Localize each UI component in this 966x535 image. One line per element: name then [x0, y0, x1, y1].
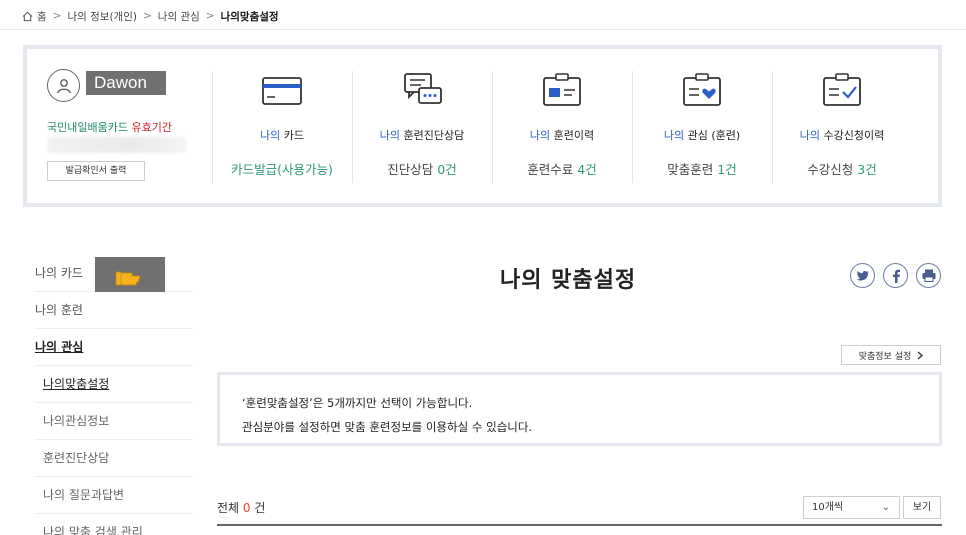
print-certificate-button[interactable]: 발급확인서 출력 [47, 161, 145, 181]
stat-value: 카드발급(사용가능) [231, 162, 333, 177]
sidebar-subitem-custom-settings[interactable]: 나의맞춤설정 [35, 366, 193, 403]
view-button[interactable]: 보기 [903, 496, 941, 519]
stat-value: 훈련수료 4건 [527, 162, 597, 177]
page-size-select[interactable]: 10개씩 ⌄ [803, 496, 900, 519]
stat-title: 나의 카드 [260, 129, 304, 142]
chat-icon [404, 73, 442, 104]
my-dashboard: Dawon 국민내일배움카드 유효기간 발급확인서 출력 나의 카드 카드발급(… [23, 45, 942, 207]
stat-enrollment-history[interactable]: 나의 수강신청이력 수강신청 3건 [772, 71, 912, 183]
stat-my-interest[interactable]: 나의 관심 (훈련) 맞춤훈련 1건 [632, 71, 772, 183]
card-icon [262, 77, 302, 105]
username: Dawon [86, 71, 166, 95]
notice-line: 관심분야를 설정하면 맞춤 훈련정보를 이용하실 수 있습니다. [242, 420, 533, 434]
notice-line: ‘훈련맞춤설정’은 5개까지만 선택이 가능합니다. [242, 396, 473, 410]
stat-value: 진단상담 0건 [387, 162, 457, 177]
twitter-share-button[interactable] [850, 263, 875, 288]
breadcrumb: 홈 > 나의 정보(개인) > 나의 관심 > 나의맞춤설정 [22, 6, 279, 26]
home-icon[interactable] [22, 11, 33, 22]
page-size-value: 10개씩 [812, 502, 844, 513]
printer-icon [922, 269, 935, 282]
print-page-button[interactable] [916, 263, 941, 288]
sidebar-subitem-interest-info[interactable]: 나의관심정보 [35, 403, 193, 440]
twitter-icon [856, 270, 869, 281]
card-validity: 유효기간 [131, 121, 172, 134]
divider [0, 29, 966, 30]
sidebar-item-my-training[interactable]: 나의 훈련 [35, 292, 193, 329]
chevron-right-icon [917, 351, 924, 359]
sidebar-subitem-qna[interactable]: 나의 질문과답변 [35, 477, 193, 514]
breadcrumb-level1[interactable]: 나의 정보(개인) [67, 9, 137, 24]
breadcrumb-separator: > [52, 10, 62, 22]
avatar [47, 69, 80, 102]
id-card-icon [543, 73, 581, 106]
breadcrumb-level2[interactable]: 나의 관심 [158, 9, 200, 24]
user-icon [56, 78, 71, 93]
stat-value: 맞춤훈련 1건 [667, 162, 737, 177]
profile-panel: Dawon 국민내일배움카드 유효기간 발급확인서 출력 [27, 49, 212, 203]
card-name: 국민내일배움카드 [47, 121, 132, 134]
card-status-label: 국민내일배움카드 유효기간 [47, 119, 172, 135]
breadcrumb-home[interactable]: 홈 [37, 9, 47, 24]
sidebar: 나의 카드 나의 훈련 나의 관심 나의맞춤설정 나의관심정보 훈련진단상담 나… [35, 255, 193, 535]
settings-button-label: 맞춤정보 설정 [858, 351, 912, 362]
pointer-overlay [95, 257, 165, 292]
sidebar-item-my-interest[interactable]: 나의 관심 [35, 329, 193, 366]
stat-counseling[interactable]: 나의 훈련진단상담 진단상담 0건 [352, 71, 492, 183]
stat-my-card[interactable]: 나의 카드 카드발급(사용가능) [212, 71, 352, 183]
pointing-hand-icon [115, 271, 141, 285]
redacted-validity-date [47, 137, 187, 153]
breadcrumb-current: 나의맞춤설정 [220, 10, 279, 23]
stat-title: 나의 관심 (훈련) [663, 129, 741, 142]
sidebar-subitem-saved-search[interactable]: 나의 맞춤 검색 관리 [35, 514, 193, 535]
chevron-down-icon: ⌄ [881, 502, 890, 513]
page-title: 나의 맞춤설정 [500, 268, 637, 293]
stat-training-history[interactable]: 나의 훈련이력 훈련수료 4건 [492, 71, 632, 183]
stat-value: 수강신청 3건 [807, 162, 877, 177]
heart-folder-icon [683, 73, 721, 106]
stat-title: 나의 수강신청이력 [799, 129, 885, 142]
stat-title: 나의 훈련이력 [529, 129, 595, 142]
breadcrumb-separator: > [205, 10, 215, 22]
stat-title: 나의 훈련진단상담 [379, 129, 465, 142]
total-count: 전체 0 건 [217, 501, 266, 515]
sidebar-subitem-counseling[interactable]: 훈련진단상담 [35, 440, 193, 477]
notice-box: ‘훈련맞춤설정’은 5개까지만 선택이 가능합니다. 관심분야를 설정하면 맞춤… [217, 372, 942, 446]
facebook-share-button[interactable] [883, 263, 908, 288]
table-top-border [217, 524, 942, 526]
custom-info-settings-button[interactable]: 맞춤정보 설정 [841, 345, 941, 365]
facebook-icon [892, 269, 900, 283]
checklist-icon [823, 73, 861, 106]
breadcrumb-separator: > [142, 10, 152, 22]
